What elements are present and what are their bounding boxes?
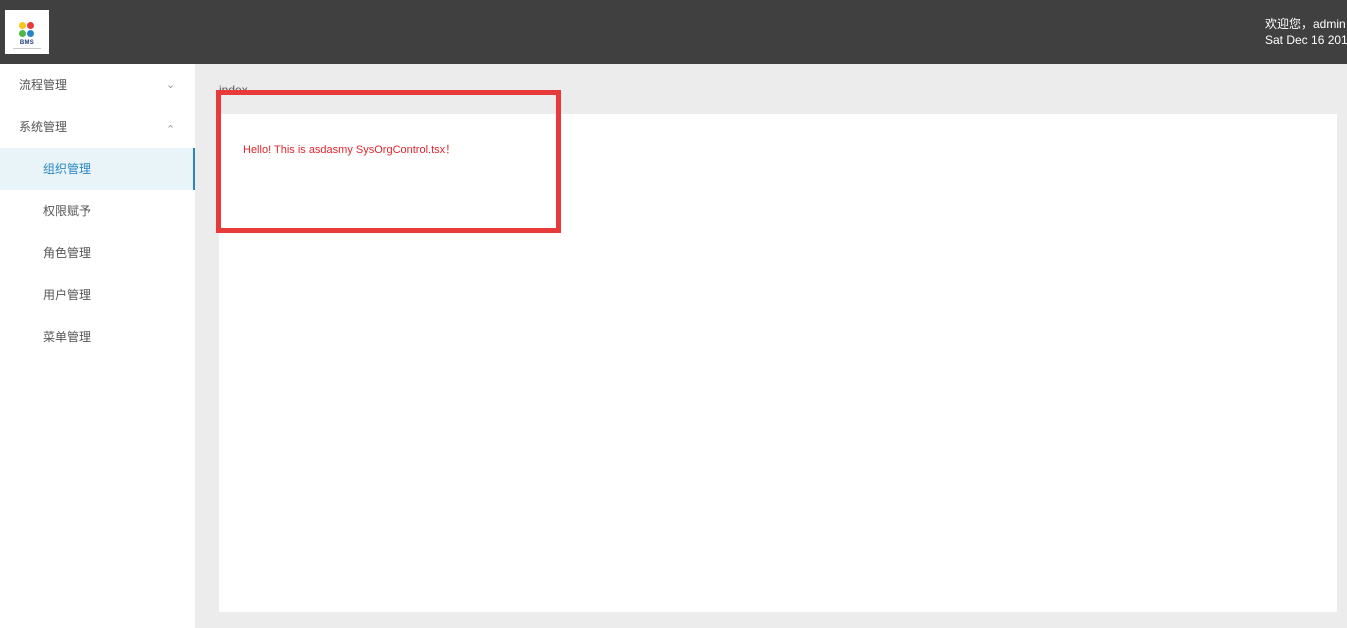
chevron-down-icon: ⌄ <box>166 79 176 91</box>
chevron-up-icon: ⌃ <box>166 124 176 136</box>
menu-group-system[interactable]: 系统管理 ⌃ <box>0 106 195 148</box>
menu-item-label: 组织管理 <box>43 162 92 176</box>
logo-dot-yellow <box>19 22 26 29</box>
highlight-annotation-box <box>216 90 561 233</box>
welcome-text: 欢迎您，admin <box>1265 17 1346 31</box>
logo-dot-red <box>27 22 34 29</box>
menu-item-org[interactable]: 组织管理 <box>0 148 195 190</box>
current-date: Sat Dec 16 2017 <box>1265 33 1347 47</box>
menu-item-permission[interactable]: 权限赋予 <box>0 190 195 232</box>
menu-item-label: 用户管理 <box>43 288 92 302</box>
top-header: BMS 欢迎您，admin Sat Dec 16 2017 <box>0 0 1347 64</box>
logo-dot-blue <box>27 30 34 37</box>
sidebar: 流程管理 ⌄ 系统管理 ⌃ 组织管理 权限赋予 角色管理 用户管理 菜单管理 <box>0 64 195 628</box>
menu-item-label: 菜单管理 <box>43 330 92 344</box>
logo-underline <box>13 48 41 49</box>
active-indicator <box>193 148 195 190</box>
menu-group-label: 系统管理 <box>19 120 68 134</box>
logo-text: BMS <box>19 40 35 46</box>
menu-group-label: 流程管理 <box>19 78 68 92</box>
menu-item-label: 角色管理 <box>43 246 92 260</box>
user-info: 欢迎您，admin Sat Dec 16 2017 <box>1265 16 1347 48</box>
menu-item-menu[interactable]: 菜单管理 <box>0 316 195 358</box>
menu-item-role[interactable]: 角色管理 <box>0 232 195 274</box>
menu-group-process[interactable]: 流程管理 ⌄ <box>0 64 195 106</box>
bms-logo[interactable]: BMS <box>5 10 49 54</box>
menu-item-user[interactable]: 用户管理 <box>0 274 195 316</box>
menu-item-label: 权限赋予 <box>43 204 92 218</box>
logo-dot-green <box>19 30 26 37</box>
